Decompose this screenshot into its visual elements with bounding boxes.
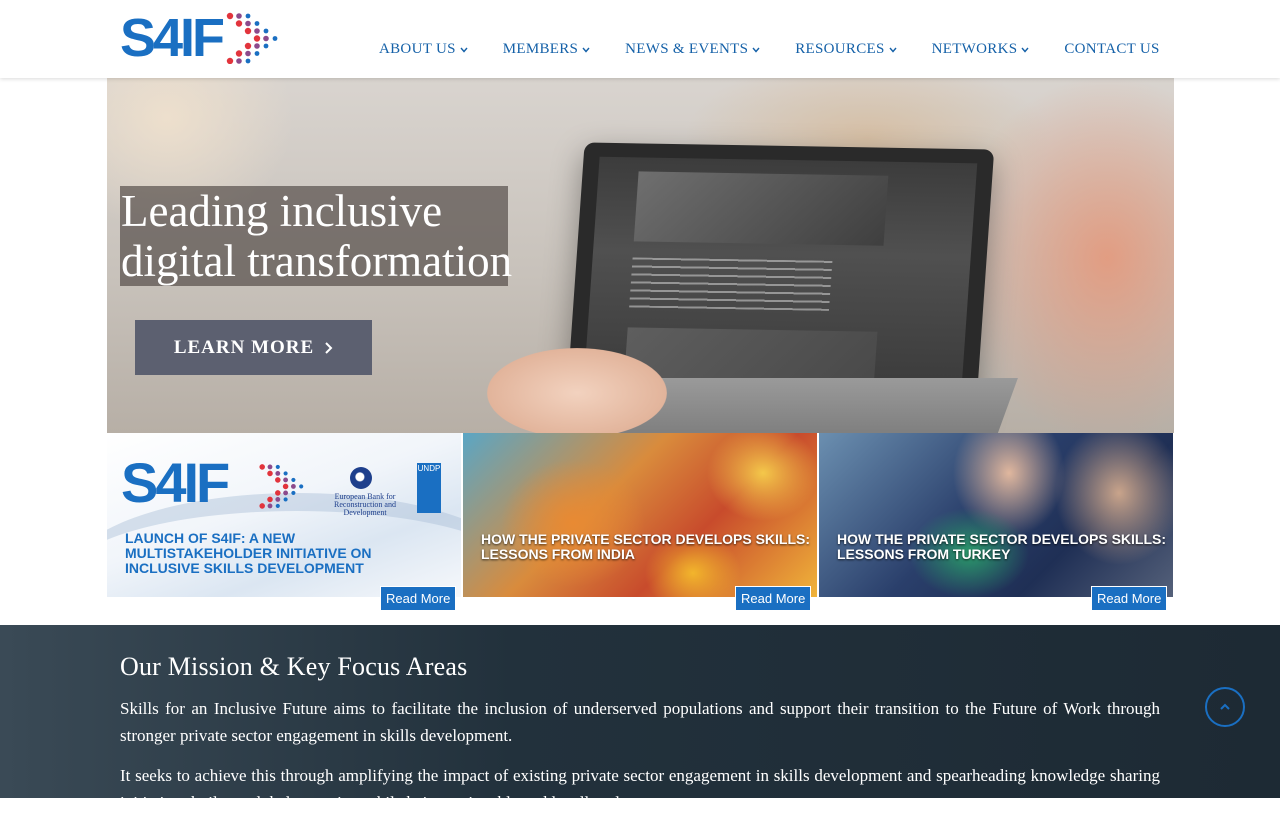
nav-label: MEMBERS xyxy=(502,41,579,57)
chevron-down-icon xyxy=(889,47,897,53)
card-title: LAUNCH OF S4IF: A NEW MULTISTAKEHOLDER I… xyxy=(125,530,372,576)
news-card-launch[interactable]: S4IF European Bank for Reconstruction an… xyxy=(107,433,461,597)
chevron-right-icon xyxy=(325,341,333,354)
ebrd-logo-text: European Bank for Reconstruction and Dev… xyxy=(334,492,396,517)
nav-label: RESOURCES xyxy=(795,41,885,57)
hand-image xyxy=(487,348,667,433)
read-more-button[interactable]: Read More xyxy=(380,586,457,611)
logo-dots-icon xyxy=(226,12,278,64)
scroll-to-top-button[interactable] xyxy=(1205,687,1245,727)
mission-paragraph-2: It seeks to achieve this through amplify… xyxy=(120,766,1160,812)
nav-resources[interactable]: RESOURCES xyxy=(795,41,897,58)
chevron-down-icon xyxy=(460,47,468,53)
hero-headline-line-2: digital transformation xyxy=(121,236,513,286)
chevron-down-icon xyxy=(582,47,590,53)
site-logo[interactable]: S4IF xyxy=(120,8,284,68)
nav-about-us[interactable]: ABOUT US xyxy=(379,41,468,58)
learn-more-button[interactable]: LEARN MORE xyxy=(135,320,372,375)
nav-members[interactable]: MEMBERS xyxy=(503,41,590,58)
nav-news-events[interactable]: NEWS & EVENTS xyxy=(625,41,760,58)
card-title: HOW THE PRIVATE SECTOR DEVELOPS SKILLS: … xyxy=(481,531,811,562)
news-card-india[interactable]: HOW THE PRIVATE SECTOR DEVELOPS SKILLS: … xyxy=(463,433,817,597)
read-more-button[interactable]: Read More xyxy=(1091,586,1168,611)
nav-contact-us[interactable]: CONTACT US xyxy=(1064,41,1159,58)
nav-networks[interactable]: NETWORKS xyxy=(932,41,1030,58)
nav-label: CONTACT US xyxy=(1064,41,1160,57)
news-card-turkey[interactable]: HOW THE PRIVATE SECTOR DEVELOPS SKILLS: … xyxy=(819,433,1173,597)
logo-dots-icon xyxy=(259,464,304,509)
chevron-up-icon xyxy=(1220,703,1230,710)
hero-banner: Leading inclusive digital transformation… xyxy=(107,78,1174,433)
chevron-down-icon xyxy=(752,47,760,53)
mission-title: Our Mission & Key Focus Areas xyxy=(120,652,468,681)
nav-label: NEWS & EVENTS xyxy=(625,41,749,57)
news-cards: S4IF European Bank for Reconstruction an… xyxy=(107,433,1174,617)
card-logo-wordmark: S4IF xyxy=(121,451,230,514)
logo-wordmark: S4IF xyxy=(120,8,225,68)
hero-headline: Leading inclusive digital transformation xyxy=(120,186,513,286)
read-more-button[interactable]: Read More xyxy=(735,586,812,611)
mission-section: Our Mission & Key Focus Areas Skills for… xyxy=(0,625,1280,812)
mission-paragraph-1: Skills for an Inclusive Future aims to f… xyxy=(120,699,1160,745)
main-nav: ABOUT US MEMBERS NEWS & EVENTS RESOURCES… xyxy=(379,41,1195,58)
ebrd-logo-icon xyxy=(350,467,372,489)
chevron-down-icon xyxy=(1021,47,1029,53)
card-title: HOW THE PRIVATE SECTOR DEVELOPS SKILLS: … xyxy=(837,531,1167,562)
nav-label: ABOUT US xyxy=(379,41,456,57)
site-header: S4IF ABOUT US MEMBERS NEWS & EVENTS RESO… xyxy=(0,0,1280,78)
hero-headline-line-1: Leading inclusive xyxy=(121,186,443,236)
nav-label: NETWORKS xyxy=(931,41,1018,57)
learn-more-label: LEARN MORE xyxy=(173,336,315,358)
undp-logo: UNDP xyxy=(417,463,441,513)
